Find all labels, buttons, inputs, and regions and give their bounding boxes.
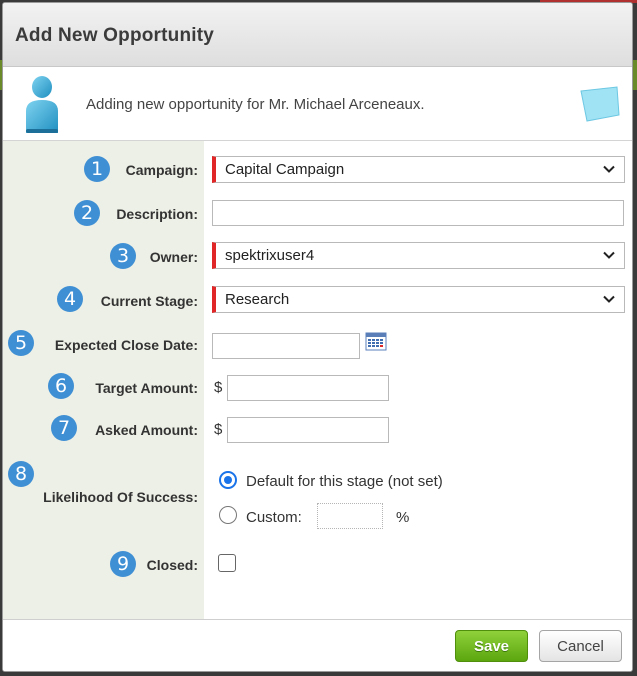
chevron-down-icon	[603, 295, 615, 303]
step-number-badge: 9	[110, 551, 136, 577]
likelihood-custom-option: Custom:	[246, 509, 302, 526]
dialog-titlebar: Add New Opportunity	[3, 3, 632, 67]
sticky-note-icon	[580, 86, 620, 122]
currency-symbol: $	[214, 379, 223, 396]
cancel-button[interactable]: Cancel	[539, 630, 622, 662]
owner-select[interactable]: spektrixuser4	[212, 242, 625, 269]
currency-symbol: $	[214, 421, 223, 438]
asked-amount-label: Asked Amount:	[95, 422, 198, 438]
chevron-down-icon	[603, 165, 615, 173]
expected-close-date-label: Expected Close Date:	[54, 337, 198, 353]
owner-label: Owner:	[149, 249, 198, 265]
step-number-badge: 7	[51, 415, 77, 441]
percent-sign: %	[396, 509, 410, 526]
target-amount-label: Target Amount:	[95, 380, 198, 396]
calendar-icon[interactable]	[365, 331, 387, 351]
step-number-badge: 8	[8, 461, 34, 487]
current-stage-select[interactable]: Research	[212, 286, 625, 313]
likelihood-label: Likelihood Of Success:	[43, 489, 198, 505]
dialog-title: Add New Opportunity	[15, 25, 215, 46]
dialog-footer: Save Cancel	[3, 619, 632, 671]
campaign-select[interactable]: Capital Campaign	[212, 156, 625, 183]
step-number-badge: 2	[74, 200, 100, 226]
closed-label: Closed:	[146, 557, 198, 573]
step-number-badge: 3	[110, 243, 136, 269]
step-number-badge: 5	[8, 330, 34, 356]
campaign-value: Capital Campaign	[225, 161, 345, 178]
opportunity-form: 1 Campaign: Capital Campaign 2 Descripti…	[3, 141, 632, 619]
step-number-badge: 6	[48, 373, 74, 399]
add-opportunity-dialog: Add New Opportunity Adding new opportuni…	[2, 2, 633, 672]
current-stage-label: Current Stage:	[100, 293, 198, 309]
target-amount-input[interactable]	[227, 375, 389, 401]
likelihood-custom-radio[interactable]	[219, 506, 237, 524]
step-number-badge: 1	[84, 156, 110, 182]
campaign-label: Campaign:	[125, 162, 198, 178]
expected-close-date-input[interactable]	[212, 333, 360, 359]
background-page	[633, 60, 637, 90]
likelihood-default-option: Default for this stage (not set)	[246, 473, 443, 490]
current-stage-value: Research	[225, 291, 290, 308]
owner-value: spektrixuser4	[225, 247, 315, 264]
description-input[interactable]	[212, 200, 624, 226]
likelihood-default-radio[interactable]	[219, 471, 237, 489]
info-message: Adding new opportunity for Mr. Michael A…	[86, 96, 425, 113]
save-button[interactable]: Save	[455, 630, 528, 662]
likelihood-custom-input[interactable]	[317, 503, 383, 529]
description-label: Description:	[116, 206, 198, 222]
chevron-down-icon	[603, 251, 615, 259]
info-banner: Adding new opportunity for Mr. Michael A…	[3, 67, 632, 141]
asked-amount-input[interactable]	[227, 417, 389, 443]
closed-checkbox[interactable]	[218, 554, 236, 572]
step-number-badge: 4	[57, 286, 83, 312]
person-icon	[26, 76, 58, 133]
